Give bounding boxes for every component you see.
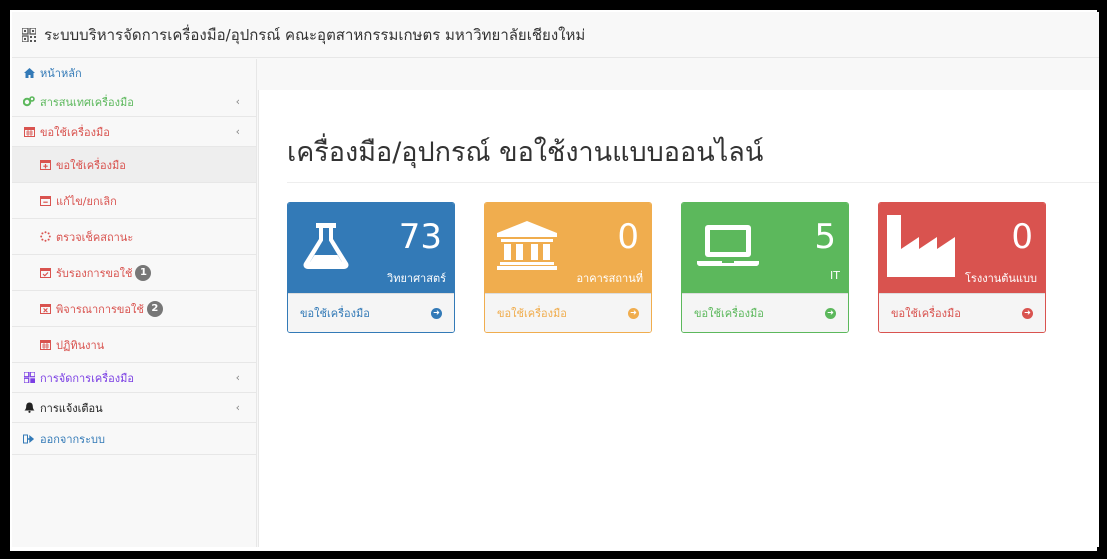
- sidebar-item-edit-cancel[interactable]: แก้ไข/ยกเลิก: [12, 183, 256, 219]
- panel-label: โรงงานต้นแบบ: [965, 272, 1037, 285]
- arrow-circle-right-icon: ➜: [628, 307, 639, 319]
- panel-link-label: ขอใช้เครื่องมือ: [694, 307, 764, 320]
- sidebar-item-label: ปฏิทินงาน: [56, 338, 105, 352]
- sidebar-item-notifications[interactable]: การแจ้งเตือน ‹: [12, 393, 256, 423]
- panel-count: 0: [617, 217, 639, 257]
- sidebar-item-label: พิจารณาการขอใช้: [56, 302, 144, 316]
- panel-link-label: ขอใช้เครื่องมือ: [497, 307, 567, 320]
- calendar-icon: [22, 126, 36, 137]
- sidebar-item-consider-request[interactable]: พิจารณาการขอใช้ 2: [12, 291, 256, 327]
- sidebar-item-label: แก้ไข/ยกเลิก: [56, 194, 117, 208]
- home-icon: [22, 68, 36, 78]
- sidebar-item-request-menu[interactable]: ขอใช้เครื่องมือ ‹: [12, 117, 256, 147]
- panel-link-label: ขอใช้เครื่องมือ: [891, 307, 961, 320]
- chevron-left-icon: ‹: [235, 401, 240, 414]
- sidebar-item-check-status[interactable]: ตรวจเช็คสถานะ: [12, 219, 256, 255]
- institution-icon: [495, 219, 559, 271]
- app-screen: ระบบบริหารจัดการเครื่องมือ/อุปกรณ์ คณะอุ…: [12, 12, 1099, 547]
- panel-count: 0: [1011, 217, 1033, 257]
- cogs-icon: [22, 96, 36, 107]
- sidebar-item-label: ขอใช้เครื่องมือ: [40, 125, 110, 139]
- sidebar-item-approve-request[interactable]: รับรองการขอใช้ 1: [12, 255, 256, 291]
- sidebar-item-label: การจัดการเครื่องมือ: [40, 371, 134, 385]
- sidebar-item-home[interactable]: หน้าหลัก: [12, 59, 256, 87]
- calendar-check-icon: [38, 267, 52, 278]
- sidebar-item-label: รับรองการขอใช้: [56, 266, 133, 280]
- flask-icon: [300, 219, 352, 271]
- app-title-link[interactable]: ระบบบริหารจัดการเครื่องมือ/อุปกรณ์ คณะอุ…: [44, 23, 585, 47]
- panel-label: IT: [830, 269, 840, 282]
- arrow-circle-right-icon: ➜: [431, 307, 442, 319]
- panel-label: อาคารสถานที่: [576, 272, 643, 285]
- barcode-icon: [22, 372, 36, 383]
- panel-science: 73 วิทยาศาสตร์ ขอใช้เครื่องมือ ➜: [287, 202, 455, 333]
- request-equipment-link[interactable]: ขอใช้เครื่องมือ ➜: [485, 293, 651, 332]
- sidebar-item-request-equipment[interactable]: ขอใช้เครื่องมือ: [12, 147, 256, 183]
- chevron-left-icon: ‹: [235, 371, 240, 384]
- main-content: เครื่องมือ/อุปกรณ์ ขอใช้งานแบบออนไลน์ 73…: [258, 90, 1099, 547]
- sidebar-item-logout[interactable]: ออกจากระบบ: [12, 423, 256, 455]
- chevron-left-icon: ‹: [235, 95, 240, 108]
- panel-heading: 73 วิทยาศาสตร์: [288, 203, 454, 293]
- count-badge: 2: [146, 300, 163, 317]
- count-badge: 1: [135, 264, 152, 281]
- divider: [287, 182, 1099, 183]
- request-equipment-link[interactable]: ขอใช้เครื่องมือ ➜: [879, 293, 1045, 332]
- panel-link-label: ขอใช้เครื่องมือ: [300, 307, 370, 320]
- panel-buildings: 0 อาคารสถานที่ ขอใช้เครื่องมือ ➜: [484, 202, 652, 333]
- calendar-times-icon: [38, 303, 52, 314]
- sidebar-item-calendar[interactable]: ปฏิทินงาน: [12, 327, 256, 363]
- arrow-circle-right-icon: ➜: [1022, 307, 1033, 319]
- sidebar-item-label: ขอใช้เครื่องมือ: [56, 158, 126, 172]
- page-title: เครื่องมือ/อุปกรณ์ ขอใช้งานแบบออนไลน์: [287, 137, 764, 168]
- calendar-icon: [38, 339, 52, 350]
- panel-count: 5: [814, 217, 836, 257]
- sign-out-icon: [22, 434, 36, 444]
- barcode-icon: [22, 27, 36, 42]
- sidebar-item-label: ตรวจเช็คสถานะ: [56, 230, 134, 244]
- panel-heading: 0 อาคารสถานที่: [485, 203, 651, 293]
- spinner-icon: [38, 231, 52, 242]
- request-equipment-link[interactable]: ขอใช้เครื่องมือ ➜: [682, 293, 848, 332]
- panel-label: วิทยาศาสตร์: [387, 272, 446, 285]
- sidebar-item-equipment-info[interactable]: สารสนเทศเครื่องมือ ‹: [12, 87, 256, 117]
- bell-icon: [22, 402, 36, 413]
- panel-pilot-plant: 0 โรงงานต้นแบบ ขอใช้เครื่องมือ ➜: [878, 202, 1046, 333]
- panel-heading: 5 IT: [682, 203, 848, 293]
- top-navbar: ระบบบริหารจัดการเครื่องมือ/อุปกรณ์ คณะอุ…: [12, 12, 1099, 58]
- laptop-icon: [696, 219, 760, 271]
- industry-icon: [885, 215, 957, 277]
- sidebar-item-equipment-management[interactable]: การจัดการเครื่องมือ ‹: [12, 363, 256, 393]
- request-equipment-link[interactable]: ขอใช้เครื่องมือ ➜: [288, 293, 454, 332]
- chevron-left-icon: ‹: [235, 125, 240, 138]
- sidebar-item-label: การแจ้งเตือน: [40, 401, 103, 415]
- sidebar-item-label: สารสนเทศเครื่องมือ: [40, 95, 134, 109]
- sidebar-item-label: ออกจากระบบ: [40, 432, 105, 446]
- panel-heading: 0 โรงงานต้นแบบ: [879, 203, 1045, 293]
- arrow-circle-right-icon: ➜: [825, 307, 836, 319]
- sidebar: หน้าหลัก สารสนเทศเครื่องมือ ‹ ขอใช้เครื่…: [12, 59, 257, 547]
- calendar-plus-icon: [38, 159, 52, 170]
- calendar-minus-icon: [38, 195, 52, 206]
- panel-count: 73: [398, 217, 442, 257]
- sidebar-item-label: หน้าหลัก: [40, 67, 82, 80]
- panel-it: 5 IT ขอใช้เครื่องมือ ➜: [681, 202, 849, 333]
